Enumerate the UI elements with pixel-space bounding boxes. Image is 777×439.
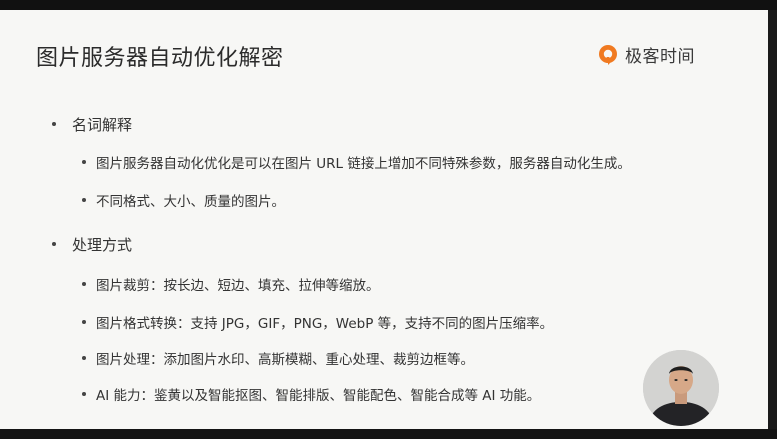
window-top-bar [0, 0, 777, 10]
list-item-text: 图片服务器自动化优化是可以在图片 URL 链接上增加不同特殊参数，服务器自动化生… [96, 156, 631, 172]
section-heading-label: 名词解释 [72, 116, 133, 134]
section-heading-methods: 处理方式 [52, 234, 132, 255]
bullet-dot-icon [52, 121, 56, 126]
list-item: 图片格式转换：支持 JPG，GIF，PNG，WebP 等，支持不同的图片压缩率。 [82, 312, 553, 332]
brand-logo: 极客时间 [596, 42, 695, 67]
window-right-edge [768, 10, 777, 439]
bullet-dot-icon [82, 160, 86, 164]
list-item-text: 图片格式转换：支持 JPG，GIF，PNG，WebP 等，支持不同的图片压缩率。 [96, 316, 554, 332]
brand-name: 极客时间 [625, 47, 695, 67]
list-item-text: 图片处理：添加图片水印、高斯模糊、重心处理、裁剪边框等。 [96, 352, 474, 368]
bullet-dot-icon [82, 392, 86, 396]
bullet-dot-icon [82, 356, 86, 360]
presenter-video-avatar [643, 350, 719, 426]
list-item-text: 图片裁剪：按长边、短边、填充、拉伸等缩放。 [96, 278, 380, 294]
slide-title: 图片服务器自动优化解密 [36, 46, 284, 71]
list-item-text: 不同格式、大小、质量的图片。 [96, 194, 285, 210]
bullet-dot-icon [82, 320, 86, 324]
list-item-text: AI 能力：鉴黄以及智能抠图、智能排版、智能配色、智能合成等 AI 功能。 [96, 388, 541, 404]
geektime-logo-icon [599, 44, 617, 65]
presenter-silhouette-icon [643, 350, 719, 426]
section-heading-terms: 名词解释 [52, 114, 132, 135]
window-bottom-bar [0, 429, 777, 439]
bullet-dot-icon [82, 198, 86, 202]
section-heading-label: 处理方式 [72, 236, 133, 254]
list-item: 不同格式、大小、质量的图片。 [82, 190, 285, 210]
list-item: AI 能力：鉴黄以及智能抠图、智能排版、智能配色、智能合成等 AI 功能。 [82, 384, 540, 404]
list-item: 图片裁剪：按长边、短边、填充、拉伸等缩放。 [82, 274, 380, 294]
bullet-dot-icon [52, 241, 56, 246]
list-item: 图片服务器自动化优化是可以在图片 URL 链接上增加不同特殊参数，服务器自动化生… [82, 152, 631, 172]
bullet-dot-icon [82, 282, 86, 286]
list-item: 图片处理：添加图片水印、高斯模糊、重心处理、裁剪边框等。 [82, 348, 474, 368]
